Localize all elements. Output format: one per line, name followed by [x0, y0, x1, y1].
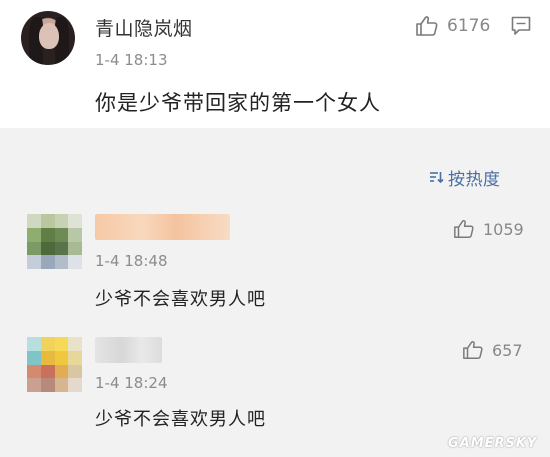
reply-time: 1-4 18:48: [95, 252, 168, 270]
username-blurred[interactable]: [95, 337, 162, 363]
thumbs-up-icon: [454, 220, 474, 238]
thumbs-up-icon: [416, 16, 438, 36]
sort-icon: [430, 172, 444, 184]
user-avatar[interactable]: [21, 11, 75, 65]
like-count: 6176: [447, 16, 491, 36]
main-comment: 青山隐岚烟 1-4 18:13 你是少爷带回家的第一个女人 6176: [0, 0, 550, 128]
reply-avatar-blurred[interactable]: [27, 337, 82, 392]
reply-avatar-blurred[interactable]: [27, 214, 82, 269]
like-button[interactable]: 1059: [453, 217, 524, 241]
sort-by-hot-button[interactable]: 按热度: [428, 165, 501, 190]
pixelated-avatar: [27, 214, 82, 269]
reply-time: 1-4 18:24: [95, 374, 168, 392]
comment-time: 1-4 18:13: [95, 51, 168, 69]
like-count: 657: [492, 340, 523, 360]
reply-button[interactable]: [510, 15, 532, 37]
watermark: GAMERSKY: [448, 436, 538, 451]
comment-reply-icon: [511, 16, 531, 35]
reply-text: 少爷不会喜欢男人吧: [95, 409, 266, 430]
avatar-face: [39, 23, 59, 49]
like-button[interactable]: 657: [462, 338, 523, 362]
sort-label: 按热度: [448, 169, 501, 190]
username[interactable]: 青山隐岚烟: [95, 14, 193, 41]
like-button[interactable]: 6176: [415, 13, 490, 39]
reply-text: 少爷不会喜欢男人吧: [95, 289, 266, 310]
comment-text: 你是少爷带回家的第一个女人: [95, 91, 381, 115]
thumbs-up-icon: [463, 341, 483, 359]
username-blurred[interactable]: [95, 214, 230, 240]
like-count: 1059: [483, 219, 524, 239]
pixelated-avatar: [27, 337, 82, 392]
